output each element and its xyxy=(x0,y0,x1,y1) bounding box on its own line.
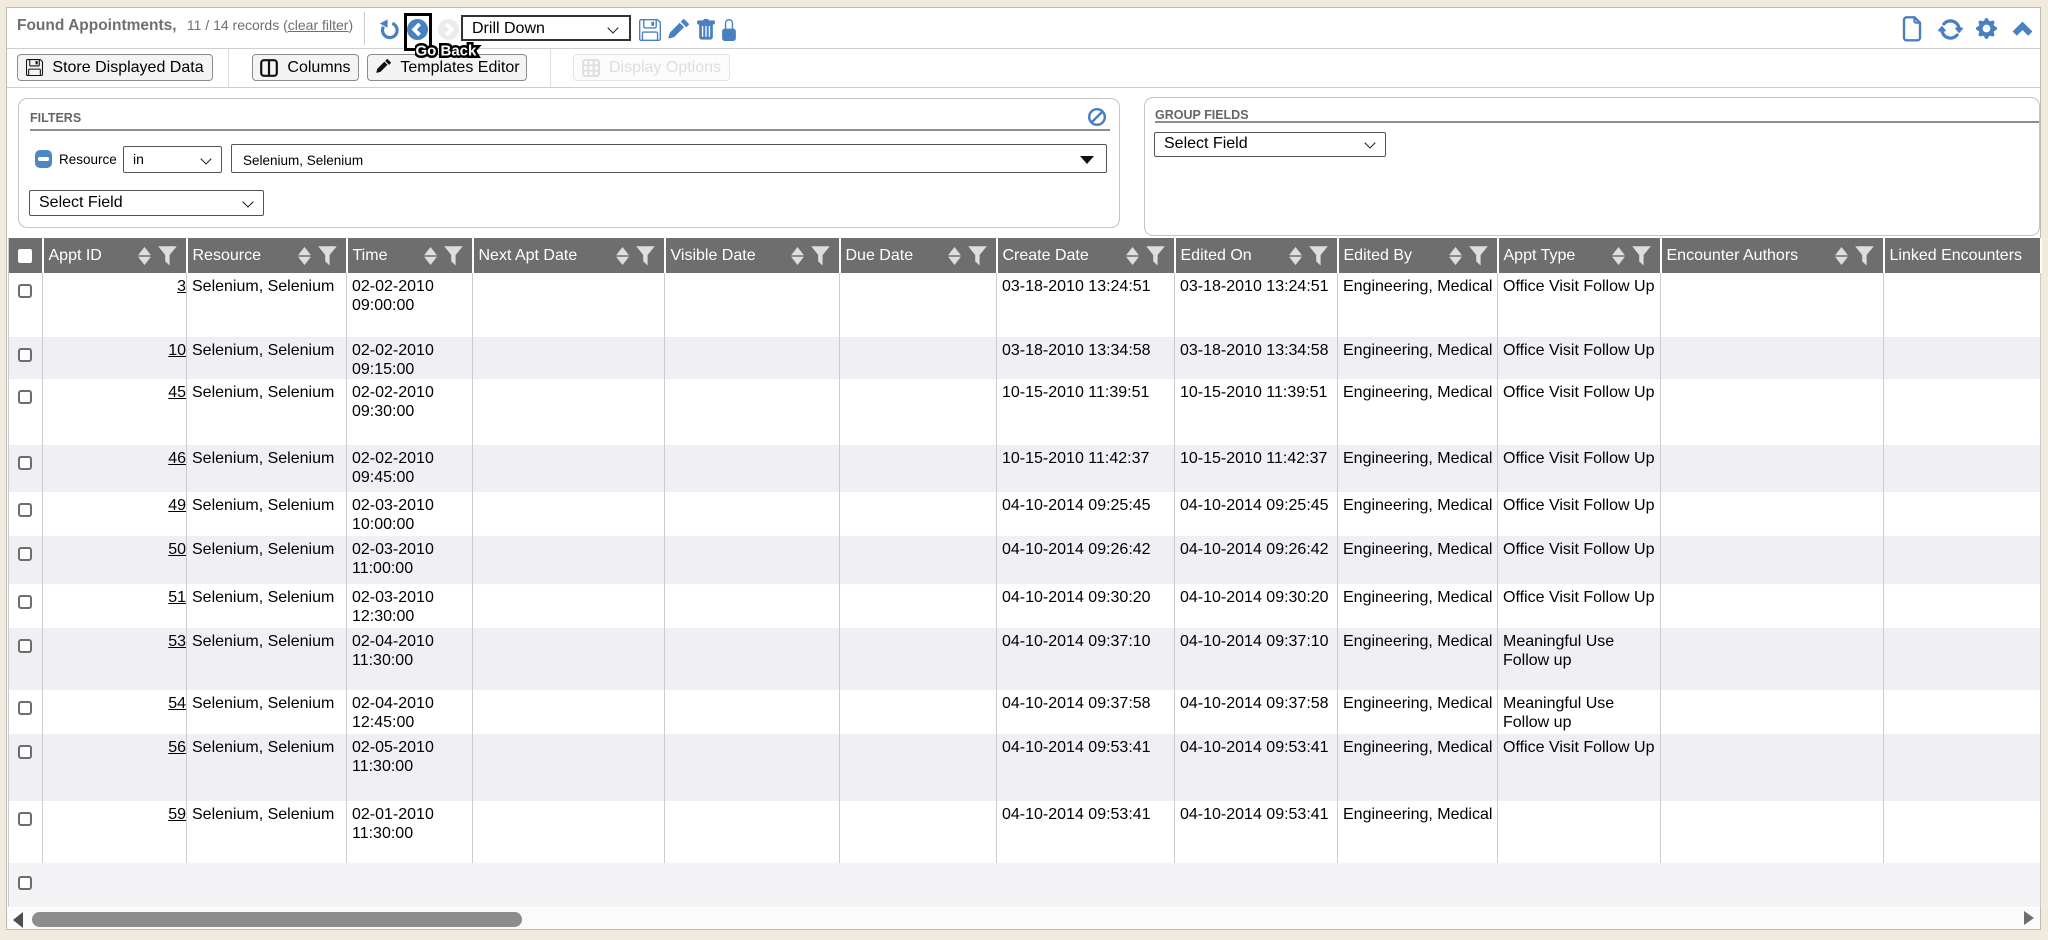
svg-text:Go Back: Go Back xyxy=(416,43,478,60)
